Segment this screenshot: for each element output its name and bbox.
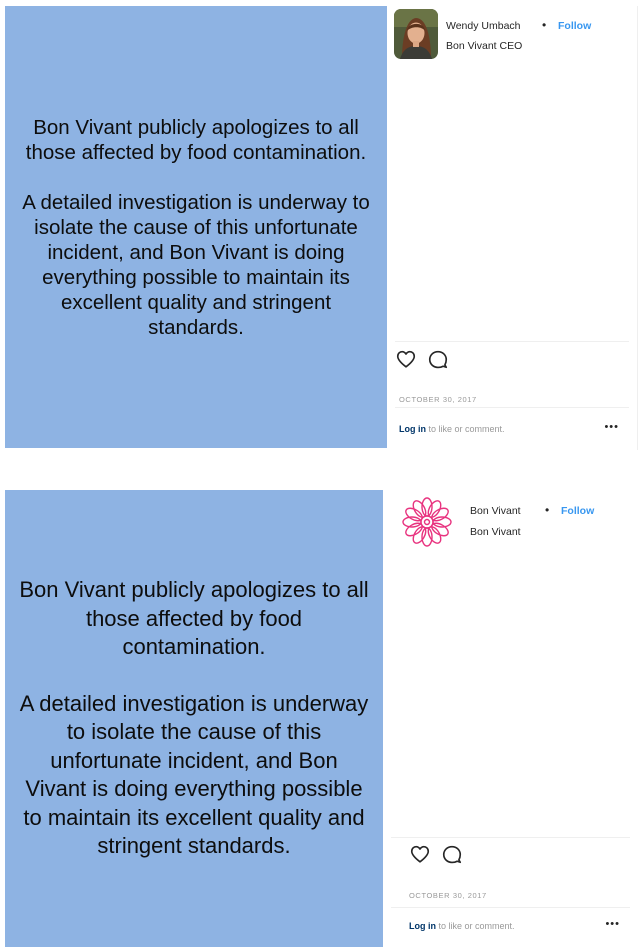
more-options-icon[interactable]: ••• [605, 918, 620, 930]
avatar[interactable] [401, 496, 453, 548]
caption-paragraph-1: Bon Vivant publicly apologizes to all th… [25, 115, 367, 164]
login-prompt: Log in to like or comment. ••• [399, 421, 619, 438]
login-link[interactable]: Log in [409, 921, 436, 931]
divider [391, 837, 630, 838]
post-image-text: Bon Vivant publicly apologizes to all th… [17, 576, 371, 861]
heart-icon[interactable] [409, 843, 431, 865]
flower-logo-icon [402, 497, 452, 547]
post-actions [409, 843, 463, 867]
post-image: Bon Vivant publicly apologizes to all th… [5, 490, 383, 947]
author-subtitle: Bon Vivant CEO [446, 40, 523, 52]
author-subtitle: Bon Vivant [470, 526, 521, 538]
more-options-icon[interactable]: ••• [604, 421, 619, 433]
comment-icon[interactable] [441, 843, 463, 865]
divider [395, 407, 629, 408]
divider [391, 907, 630, 908]
post-date: OCTOBER 30, 2017 [409, 891, 487, 900]
separator-dot: • [545, 503, 550, 517]
post-ceo: Bon Vivant publicly apologizes to all th… [0, 6, 638, 450]
post-image-text: Bon Vivant publicly apologizes to all th… [15, 115, 377, 340]
follow-button[interactable]: Follow [558, 20, 591, 32]
separator-dot: • [542, 18, 547, 32]
post-actions [395, 348, 449, 372]
post-header: Bon Vivant • Follow Bon Vivant [383, 490, 638, 554]
login-prompt-text: to like or comment. [426, 424, 505, 434]
comment-icon[interactable] [427, 348, 449, 370]
login-prompt-text: to like or comment. [436, 921, 515, 931]
caption-paragraph-1: Bon Vivant publicly apologizes to all th… [19, 577, 369, 660]
login-link[interactable]: Log in [399, 424, 426, 434]
author-name[interactable]: Wendy Umbach [446, 20, 521, 32]
caption-paragraph-2: A detailed investigation is underway to … [22, 190, 370, 339]
author-name[interactable]: Bon Vivant [470, 505, 521, 517]
heart-icon[interactable] [395, 348, 417, 370]
post-date: OCTOBER 30, 2017 [399, 395, 477, 404]
post-sidebar: Wendy Umbach • Follow Bon Vivant CEO OCT… [387, 6, 638, 450]
avatar[interactable] [394, 9, 438, 59]
post-brand: Bon Vivant publicly apologizes to all th… [0, 490, 638, 947]
follow-button[interactable]: Follow [561, 505, 594, 517]
person-portrait-icon [394, 9, 438, 59]
caption-paragraph-2: A detailed investigation is underway to … [19, 690, 369, 859]
post-image: Bon Vivant publicly apologizes to all th… [5, 6, 387, 448]
post-sidebar: Bon Vivant • Follow Bon Vivant OCTOBER 3… [383, 490, 638, 947]
login-prompt: Log in to like or comment. ••• [409, 918, 620, 935]
divider [395, 341, 629, 342]
post-header: Wendy Umbach • Follow Bon Vivant CEO [387, 6, 637, 70]
